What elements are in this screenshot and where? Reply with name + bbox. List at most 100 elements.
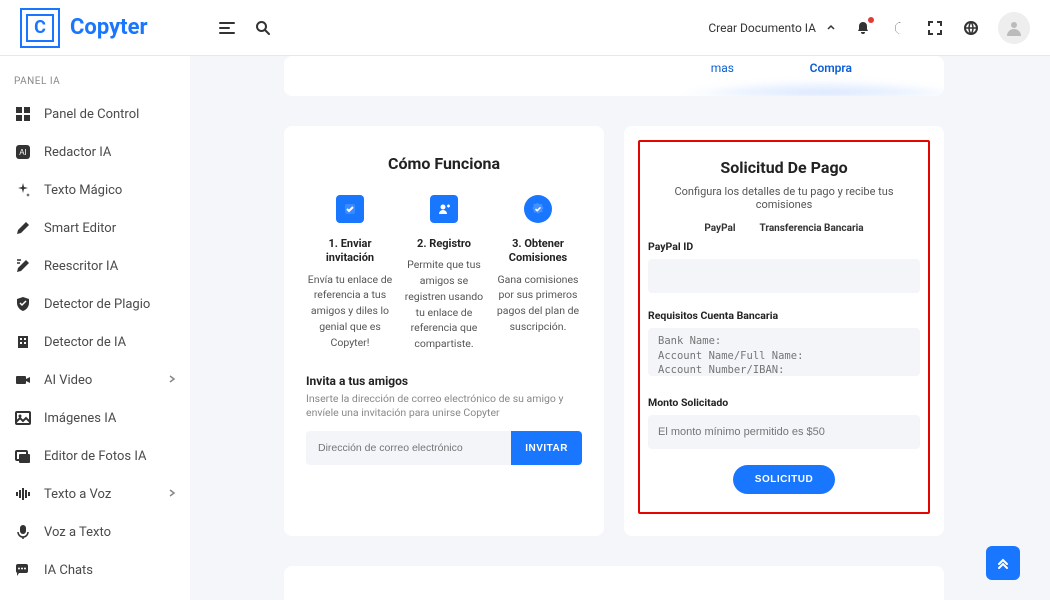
notification-dot-icon xyxy=(868,17,874,23)
app-header: C Copyter Crear Documento IA xyxy=(0,0,1050,56)
user-plus-icon xyxy=(430,195,458,223)
step-2-title: 2. Registro xyxy=(401,237,487,251)
sidebar-item-reescritor-ia[interactable]: Reescritor IA xyxy=(0,247,190,285)
top-link-compra[interactable]: Compra xyxy=(810,61,852,75)
sidebar-item-texto-magico[interactable]: Texto Mágico xyxy=(0,171,190,209)
step-2: 2. Registro Permite que tus amigos se re… xyxy=(401,195,487,352)
ai-icon: AI xyxy=(14,143,32,161)
how-it-works-card: Cómo Funciona 1. Enviar invitación Envía… xyxy=(284,126,604,536)
photo-icon xyxy=(14,447,32,465)
sidebar-item-label: Editor de Fotos IA xyxy=(44,449,146,464)
sidebar-item-detector-de-ia[interactable]: Detector de IA xyxy=(0,323,190,361)
video-icon xyxy=(14,371,32,389)
scroll-to-top-button[interactable] xyxy=(986,546,1020,580)
submit-request-button[interactable]: SOLICITUD xyxy=(733,465,835,494)
building-icon xyxy=(14,333,32,351)
step-2-desc: Permite que tus amigos se registren usan… xyxy=(401,257,487,352)
how-title: Cómo Funciona xyxy=(306,154,582,173)
svg-text:AI: AI xyxy=(19,148,27,157)
paypal-id-input[interactable] xyxy=(648,259,920,293)
step-3-title: 3. Obtener Comisiones xyxy=(495,237,581,266)
sidebar-item-detector-de-plagio[interactable]: Detector de Plagio xyxy=(0,285,190,323)
sidebar-item-vision-ai[interactable]: Vision AI xyxy=(0,589,190,600)
dashboard-icon xyxy=(14,105,32,123)
image-icon xyxy=(14,409,32,427)
sidebar: PANEL IA Panel de Control AI Redactor IA Te… xyxy=(0,56,190,600)
invite-heading: Invita a tus amigos xyxy=(306,374,582,388)
chat-icon xyxy=(14,561,32,579)
invite-email-input[interactable] xyxy=(306,431,511,465)
amount-input[interactable] xyxy=(648,415,920,449)
language-icon[interactable] xyxy=(962,19,980,37)
invite-row: INVITAR xyxy=(306,431,582,465)
sidebar-item-label: Redactor IA xyxy=(44,145,111,160)
sidebar-item-label: Smart Editor xyxy=(44,221,116,236)
sidebar-item-label: Voz a Texto xyxy=(44,525,111,540)
badge-check-icon xyxy=(524,195,552,223)
sidebar-item-ia-chats[interactable]: IA Chats xyxy=(0,551,190,589)
logo-letter: C xyxy=(26,14,54,42)
search-icon[interactable] xyxy=(254,19,272,37)
header-left-controls xyxy=(218,19,272,37)
chevron-right-icon xyxy=(168,373,176,388)
top-link-mas[interactable]: mas xyxy=(711,61,734,75)
tab-bank-transfer[interactable]: Transferencia Bancaria xyxy=(759,223,863,234)
create-document-dropdown[interactable]: Crear Documento IA xyxy=(708,21,836,35)
menu-toggle-icon[interactable] xyxy=(218,19,236,37)
user-icon xyxy=(1004,18,1024,38)
user-avatar[interactable] xyxy=(998,12,1030,44)
chevron-double-up-icon xyxy=(996,556,1010,570)
payment-request-card: Solicitud De Pago Configura los detalles… xyxy=(624,126,944,536)
shield-icon xyxy=(14,295,32,313)
fullscreen-icon[interactable] xyxy=(926,19,944,37)
rewrite-icon xyxy=(14,257,32,275)
sidebar-group-label: PANEL IA xyxy=(0,68,190,95)
main-content: mas Compra Cómo Funciona 1. Enviar invit… xyxy=(190,56,1038,600)
sidebar-item-label: Panel de Control xyxy=(44,107,139,122)
submit-row: SOLICITUD xyxy=(648,465,920,494)
steps-row: 1. Enviar invitación Envía tu enlace de … xyxy=(306,195,582,352)
soundwave-icon xyxy=(14,485,32,503)
payment-highlight-box: Solicitud De Pago Configura los detalles… xyxy=(638,140,930,514)
dark-mode-icon[interactable] xyxy=(890,19,908,37)
tab-paypal[interactable]: PayPal xyxy=(704,223,735,234)
step-1: 1. Enviar invitación Envía tu enlace de … xyxy=(307,195,393,352)
payment-tabs: PayPal Transferencia Bancaria xyxy=(648,223,920,234)
payment-title: Solicitud De Pago xyxy=(648,158,920,177)
invite-subtext: Inserte la dirección de correo electróni… xyxy=(306,392,582,421)
chevron-right-icon xyxy=(168,487,176,502)
bank-req-label: Requisitos Cuenta Bancaria xyxy=(648,309,920,322)
payment-subtitle: Configura los detalles de tu pago y reci… xyxy=(648,185,920,211)
brand-logo[interactable]: C Copyter xyxy=(20,8,148,48)
step-3-desc: Gana comisiones por sus primeros pagos d… xyxy=(495,272,581,335)
invite-block: Invita a tus amigos Inserte la dirección… xyxy=(306,374,582,465)
sidebar-item-label: AI Video xyxy=(44,373,92,388)
sidebar-item-editor-de-fotos-ia[interactable]: Editor de Fotos IA xyxy=(0,437,190,475)
bank-details-input[interactable] xyxy=(648,328,920,376)
sidebar-item-label: Detector de IA xyxy=(44,335,126,350)
brand-name: Copyter xyxy=(70,15,148,40)
sidebar-item-label: Imágenes IA xyxy=(44,411,116,426)
sidebar-item-smart-editor[interactable]: Smart Editor xyxy=(0,209,190,247)
sidebar-item-texto-a-voz[interactable]: Texto a Voz xyxy=(0,475,190,513)
invite-button[interactable]: INVITAR xyxy=(511,431,582,465)
mic-icon xyxy=(14,523,32,541)
sidebar-item-panel-de-control[interactable]: Panel de Control xyxy=(0,95,190,133)
sidebar-item-redactor-ia[interactable]: AI Redactor IA xyxy=(0,133,190,171)
cards-row: Cómo Funciona 1. Enviar invitación Envía… xyxy=(284,126,944,536)
sidebar-item-label: Texto Mágico xyxy=(44,183,122,198)
step-3: 3. Obtener Comisiones Gana comisiones po… xyxy=(495,195,581,352)
decorative-gradient xyxy=(644,76,944,96)
sidebar-item-label: Detector de Plagio xyxy=(44,297,150,312)
sidebar-item-label: Texto a Voz xyxy=(44,487,111,502)
sidebar-item-voz-a-texto[interactable]: Voz a Texto xyxy=(0,513,190,551)
top-partial-card: mas Compra xyxy=(284,56,944,96)
sidebar-item-ai-video[interactable]: AI Video xyxy=(0,361,190,399)
chevron-up-icon xyxy=(826,23,836,33)
logo-box: C xyxy=(20,8,60,48)
sparkle-icon xyxy=(14,181,32,199)
sidebar-item-imagenes-ia[interactable]: Imágenes IA xyxy=(0,399,190,437)
notifications-icon[interactable] xyxy=(854,19,872,37)
pen-icon xyxy=(14,219,32,237)
check-icon xyxy=(336,195,364,223)
